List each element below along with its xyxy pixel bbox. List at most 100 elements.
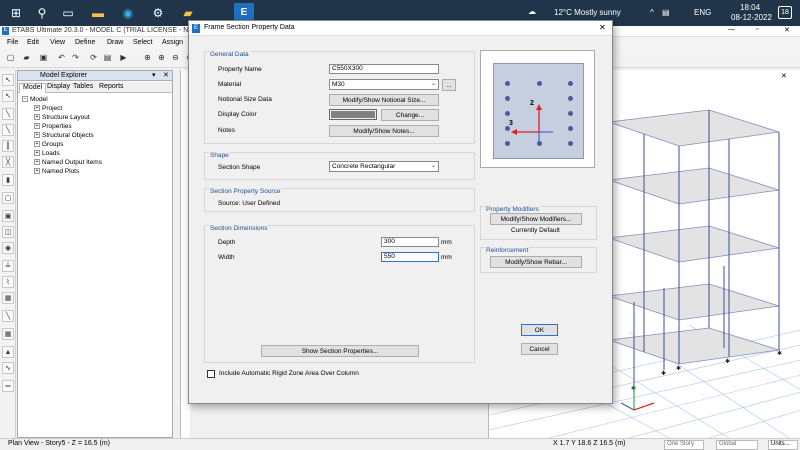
undo-icon[interactable]: ↶ bbox=[56, 52, 67, 63]
cancel-button[interactable]: Cancel bbox=[521, 343, 558, 355]
tab-tables[interactable]: Tables bbox=[70, 83, 96, 93]
material-more-button[interactable]: ... bbox=[442, 79, 456, 91]
story-select[interactable]: One Story bbox=[664, 440, 704, 450]
section-shape-label: Section Shape bbox=[218, 164, 261, 171]
reshape-icon[interactable]: ↖ bbox=[2, 90, 14, 102]
width-field[interactable]: 550 bbox=[381, 252, 439, 262]
windows-icon[interactable]: ⊞ bbox=[6, 3, 26, 23]
tree-item-structural-objects[interactable]: + Structural Objects bbox=[34, 132, 94, 139]
width-label: Width bbox=[218, 254, 235, 261]
draw-opening-icon[interactable]: ▣ bbox=[2, 210, 14, 222]
new-model-icon[interactable]: ▢ bbox=[5, 52, 16, 63]
menu-edit[interactable]: Edit bbox=[27, 39, 39, 46]
chevron-down-icon: ⌄ bbox=[430, 81, 436, 87]
zoom-window-icon[interactable]: ⊕ bbox=[142, 52, 153, 63]
tray-chevron-icon[interactable]: ^ bbox=[650, 8, 654, 17]
section-property-source-group: Section Property Source Source: User Def… bbox=[204, 188, 475, 212]
panel-close-icon[interactable]: ✕ bbox=[163, 71, 169, 79]
draw-reference-icon[interactable]: ═ bbox=[2, 380, 14, 392]
section-cut-icon[interactable]: ╲ bbox=[2, 310, 14, 322]
menu-assign[interactable]: Assign bbox=[162, 39, 183, 46]
close-icon[interactable]: ✕ bbox=[784, 26, 790, 34]
draw-link-icon[interactable]: ╧ bbox=[2, 260, 14, 272]
clock-date[interactable]: 08-12-2022 bbox=[731, 13, 772, 22]
local-axes-icon bbox=[511, 104, 553, 143]
menu-draw[interactable]: Draw bbox=[107, 39, 123, 46]
tab-display[interactable]: Display bbox=[44, 83, 73, 93]
edge-icon[interactable]: ◉ bbox=[118, 3, 138, 23]
tab-model[interactable]: Model bbox=[19, 83, 47, 93]
redo-icon[interactable]: ↷ bbox=[70, 52, 81, 63]
modify-modifiers-button[interactable]: Modify/Show Modifiers... bbox=[490, 213, 582, 225]
model-explorer-title: Model Explorer bbox=[40, 72, 88, 79]
draw-column-icon[interactable]: ┃ bbox=[2, 140, 14, 152]
weather-text[interactable]: 12°C Mostly sunny bbox=[554, 8, 621, 17]
draw-point-icon[interactable]: ◉ bbox=[2, 242, 14, 254]
draw-spring-icon[interactable]: ⌇ bbox=[2, 276, 14, 288]
show-section-properties-button[interactable]: Show Section Properties... bbox=[261, 345, 419, 357]
depth-field[interactable]: 300 bbox=[381, 237, 439, 247]
tree-item-label: Named Plots bbox=[42, 168, 80, 175]
language-indicator[interactable]: ENG bbox=[694, 8, 711, 17]
notional-size-button[interactable]: Modify/Show Notional Size... bbox=[329, 94, 439, 106]
lock-icon[interactable]: ▤ bbox=[102, 52, 113, 63]
shape-title: Shape bbox=[209, 152, 230, 159]
task-view-icon[interactable]: ▭ bbox=[58, 3, 78, 23]
tree-item-project[interactable]: + Project bbox=[34, 105, 62, 112]
search-icon[interactable]: ⚲ bbox=[32, 3, 52, 23]
property-name-field[interactable]: C550X300 bbox=[329, 64, 439, 74]
run-analysis-icon[interactable]: ▶ bbox=[118, 52, 129, 63]
change-color-button[interactable]: Change... bbox=[381, 109, 439, 121]
menu-define[interactable]: Define bbox=[75, 39, 95, 46]
tree-item-groups[interactable]: + Groups bbox=[34, 141, 63, 148]
modify-rebar-button[interactable]: Modify/Show Rebar... bbox=[490, 256, 582, 268]
units-button[interactable]: Units... bbox=[768, 440, 798, 450]
menu-view[interactable]: View bbox=[50, 39, 65, 46]
tab-reports[interactable]: Reports bbox=[96, 83, 127, 93]
draw-area-icon[interactable]: ◫ bbox=[2, 226, 14, 238]
reinforcement-group: Reinforcement Modify/Show Rebar... bbox=[480, 247, 597, 273]
pin-icon[interactable]: ▾ bbox=[152, 71, 156, 79]
tree-item-named-output-items[interactable]: + Named Output Items bbox=[34, 159, 102, 166]
tree-item-structure-layout[interactable]: + Structure Layout bbox=[34, 114, 90, 121]
display-color-label: Display Color bbox=[218, 111, 257, 118]
draw-wall-icon[interactable]: ▮ bbox=[2, 174, 14, 186]
refresh-icon[interactable]: ⟳ bbox=[88, 52, 99, 63]
ok-button[interactable]: OK bbox=[521, 324, 558, 336]
tree-root[interactable]: − Model bbox=[22, 96, 48, 103]
draw-dimension-icon[interactable]: ▦ bbox=[2, 328, 14, 340]
tree-item-named-plots[interactable]: + Named Plots bbox=[34, 168, 79, 175]
settings-icon[interactable]: ⚙ bbox=[148, 3, 168, 23]
minimize-icon[interactable]: — bbox=[728, 26, 735, 33]
clock-time[interactable]: 18:04 bbox=[740, 3, 760, 12]
zoom-in-icon[interactable]: ⊕ bbox=[156, 52, 167, 63]
save-icon[interactable]: ▣ bbox=[38, 52, 49, 63]
file-explorer-icon[interactable]: ▬ bbox=[88, 3, 108, 23]
section-shape-select[interactable]: Concrete Rectangular ⌄ bbox=[329, 161, 439, 172]
tree-item-properties[interactable]: + Properties bbox=[34, 123, 72, 130]
draw-line-icon[interactable]: ╲ bbox=[2, 108, 14, 120]
tree-item-loads[interactable]: + Loads bbox=[34, 150, 60, 157]
menu-file[interactable]: File bbox=[7, 39, 18, 46]
draw-grid-icon[interactable]: ▦ bbox=[2, 292, 14, 304]
coordinate-system-select[interactable]: Global bbox=[716, 440, 758, 450]
zoom-out-icon[interactable]: ⊖ bbox=[170, 52, 181, 63]
draw-brace-icon[interactable]: ╳ bbox=[2, 156, 14, 168]
dialog-close-icon[interactable]: ✕ bbox=[599, 23, 606, 32]
network-icon[interactable]: ▤ bbox=[662, 8, 670, 17]
rigid-zone-checkbox[interactable] bbox=[207, 370, 215, 378]
modifiers-title: Property Modifiers bbox=[485, 206, 540, 213]
source-title: Section Property Source bbox=[209, 188, 282, 195]
maximize-icon[interactable]: ▫ bbox=[756, 26, 758, 33]
open-icon[interactable]: ▰ bbox=[21, 52, 32, 63]
shape-group: Shape Section Shape Concrete Rectangular… bbox=[204, 152, 475, 180]
draw-beam-icon[interactable]: ╲ bbox=[2, 124, 14, 136]
draw-tendon-icon[interactable]: ∿ bbox=[2, 362, 14, 374]
pointer-icon[interactable]: ↖ bbox=[2, 74, 14, 86]
draw-floor-icon[interactable]: ▢ bbox=[2, 192, 14, 204]
draw-text-icon[interactable]: ▲ bbox=[2, 346, 14, 358]
notes-button[interactable]: Modify/Show Notes... bbox=[329, 125, 439, 137]
notification-badge[interactable]: 18 bbox=[778, 6, 792, 19]
menu-select[interactable]: Select bbox=[133, 39, 152, 46]
material-select[interactable]: M30 ⌄ bbox=[329, 79, 439, 90]
